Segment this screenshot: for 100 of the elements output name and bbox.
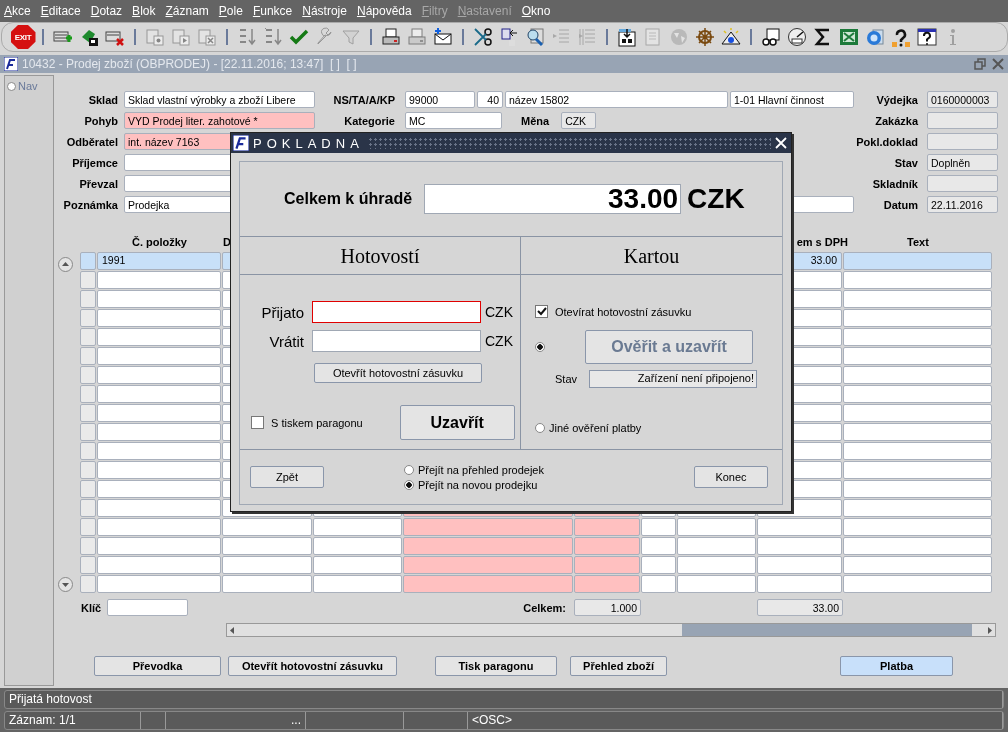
text-field[interactable]: 0160000003 (927, 91, 998, 108)
table-cell[interactable] (403, 575, 573, 593)
table-cell[interactable] (641, 556, 676, 574)
text-field[interactable] (927, 133, 998, 150)
table-cell[interactable] (97, 290, 221, 308)
row-selector[interactable] (80, 575, 96, 593)
table-cell[interactable] (843, 366, 992, 384)
menu-item[interactable]: Záznam (165, 4, 209, 18)
table-cell[interactable] (222, 518, 312, 536)
table-cell[interactable] (97, 499, 221, 517)
table-cell[interactable]: 1991 (97, 252, 221, 270)
print-receipt-checkbox[interactable] (251, 416, 264, 429)
table-cell[interactable] (97, 385, 221, 403)
row-selector[interactable] (80, 347, 96, 365)
text-field[interactable]: CZK (561, 112, 597, 129)
open-drawer-button[interactable]: Otevřít hotovostní zásuvku (314, 363, 482, 383)
open-drawer-checkbox[interactable] (535, 305, 548, 318)
text-field[interactable]: 40 (477, 91, 503, 108)
menu-item[interactable]: Pole (218, 4, 243, 18)
text-field[interactable]: 1-01 Hlavní činnost (730, 91, 854, 108)
end-button[interactable]: Konec (694, 466, 768, 488)
text-field[interactable]: VYD Prodej liter. zahotové * (124, 112, 315, 129)
row-selector[interactable] (80, 385, 96, 403)
action-button[interactable]: Otevřít hotovostní zásuvku (228, 656, 397, 676)
table-cell[interactable] (677, 537, 756, 555)
text-field[interactable]: Sklad vlastní výrobky a zboží Libere (124, 91, 315, 108)
table-cell[interactable] (843, 442, 992, 460)
menu-item[interactable]: Editace (40, 4, 81, 18)
row-selector[interactable] (80, 480, 96, 498)
table-cell[interactable] (843, 423, 992, 441)
table-cell[interactable] (97, 556, 221, 574)
table-cell[interactable] (97, 423, 221, 441)
action-button[interactable]: Tisk paragonu (435, 656, 557, 676)
table-cell[interactable] (843, 385, 992, 403)
table-cell[interactable] (97, 480, 221, 498)
table-cell[interactable] (222, 537, 312, 555)
text-field[interactable]: MC (405, 112, 502, 129)
table-cell[interactable] (843, 271, 992, 289)
table-cell[interactable] (757, 537, 842, 555)
text-field[interactable]: Doplněn (927, 154, 998, 171)
table-cell[interactable] (843, 252, 992, 270)
table-cell[interactable] (843, 328, 992, 346)
table-cell[interactable] (677, 556, 756, 574)
table-cell[interactable] (757, 556, 842, 574)
menu-item[interactable]: Nápověda (356, 4, 412, 18)
row-selector[interactable] (80, 556, 96, 574)
scroll-down-button[interactable] (58, 577, 73, 592)
row-selector[interactable] (80, 499, 96, 517)
scrollbar-thumb[interactable] (682, 624, 972, 636)
table-cell[interactable] (97, 518, 221, 536)
table-cell[interactable] (97, 404, 221, 422)
table-cell[interactable] (403, 518, 573, 536)
action-button[interactable]: Přehled zboží (570, 656, 667, 676)
table-cell[interactable] (843, 556, 992, 574)
row-selector[interactable] (80, 423, 96, 441)
text-field[interactable]: 22.11.2016 (927, 196, 998, 213)
row-selector[interactable] (80, 366, 96, 384)
row-selector[interactable] (80, 404, 96, 422)
menu-item[interactable]: Funkce (252, 4, 293, 18)
change-field[interactable] (312, 330, 481, 352)
table-cell[interactable] (97, 461, 221, 479)
row-selector[interactable] (80, 461, 96, 479)
table-cell[interactable] (843, 480, 992, 498)
row-selector[interactable] (80, 290, 96, 308)
table-cell[interactable] (641, 518, 676, 536)
help-window-icon[interactable] (914, 25, 940, 49)
action-button[interactable]: Platba (840, 656, 953, 676)
action-button[interactable]: Převodka (94, 656, 221, 676)
table-cell[interactable] (97, 347, 221, 365)
text-field[interactable] (927, 175, 998, 192)
text-field[interactable]: 99000 (405, 91, 475, 108)
menu-item[interactable]: Blok (132, 4, 156, 18)
menu-item[interactable]: Okno (521, 4, 551, 18)
table-cell[interactable] (313, 518, 402, 536)
exit-button[interactable]: EXIT (10, 25, 36, 49)
table-cell[interactable] (843, 499, 992, 517)
table-cell[interactable] (97, 575, 221, 593)
card-terminal-radio[interactable] (535, 342, 545, 352)
table-cell[interactable] (222, 556, 312, 574)
table-cell[interactable] (843, 537, 992, 555)
text-field[interactable] (927, 112, 998, 129)
row-selector[interactable] (80, 442, 96, 460)
close-sale-button[interactable]: Uzavřít (399, 405, 515, 440)
table-cell[interactable] (757, 518, 842, 536)
table-cell[interactable] (313, 537, 402, 555)
row-selector[interactable] (80, 328, 96, 346)
table-cell[interactable] (574, 575, 640, 593)
table-cell[interactable] (574, 518, 640, 536)
horizontal-scrollbar[interactable] (226, 623, 996, 637)
row-selector[interactable] (80, 271, 96, 289)
table-cell[interactable] (97, 271, 221, 289)
menu-item[interactable]: Dotaz (90, 4, 123, 18)
table-cell[interactable] (97, 537, 221, 555)
row-selector[interactable] (80, 518, 96, 536)
table-cell[interactable] (677, 575, 756, 593)
table-cell[interactable] (97, 366, 221, 384)
back-button[interactable]: Zpět (250, 466, 324, 488)
row-selector[interactable] (80, 537, 96, 555)
key-field[interactable] (107, 599, 188, 616)
restore-icon[interactable] (974, 58, 986, 70)
